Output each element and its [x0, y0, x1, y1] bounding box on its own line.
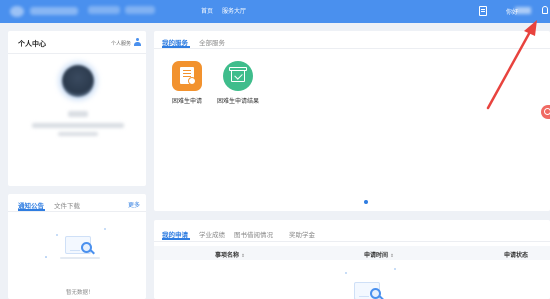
services-panel: 我的服务 全部服务 困难生申请 困难生申请结果 [154, 31, 550, 211]
avatar [62, 65, 94, 97]
column-item-name[interactable]: 事项名称 ⇕ [215, 250, 245, 259]
decor-dot [104, 228, 106, 230]
site-name-blurred [30, 7, 78, 15]
profile-info-blurred [32, 123, 124, 128]
bell-icon[interactable] [542, 6, 548, 14]
divider [8, 53, 146, 54]
decor-dot [45, 256, 47, 258]
empty-data-text: 暂无数据！ [66, 290, 94, 296]
service-label: 困难生申请结果 [216, 98, 259, 105]
active-tab-indicator [162, 238, 190, 240]
logo[interactable] [10, 6, 24, 17]
nav-item-blurred-2[interactable] [125, 6, 155, 14]
tab-file-download[interactable]: 文件下载 [54, 200, 80, 210]
tab-library-borrowing[interactable]: 图书借阅情况 [234, 229, 273, 239]
notice-panel: 通知公告 文件下载 更多 暂无数据！ [8, 194, 146, 299]
carousel-page-dot[interactable] [364, 200, 368, 204]
floating-service-button[interactable] [541, 105, 550, 119]
decor-dot [394, 268, 396, 270]
tab-scholarships[interactable]: 奖助学金 [289, 229, 315, 239]
more-link[interactable]: 更多 [128, 200, 140, 209]
divider [154, 48, 550, 49]
user-icon[interactable] [134, 38, 141, 46]
certificate-icon [172, 61, 202, 91]
decor-dot [56, 234, 58, 236]
profile-panel: 个人中心 个人服务 [8, 31, 146, 186]
box-check-icon [223, 61, 253, 91]
nav-service-hall[interactable]: 服务大厅 [222, 6, 246, 15]
tab-academic-scores[interactable]: 学业成绩 [199, 229, 225, 239]
nav-home[interactable]: 首页 [201, 6, 213, 15]
service-poor-student-result[interactable]: 困难生申请结果 [208, 61, 268, 105]
empty-state-illustration [349, 276, 389, 299]
divider [8, 211, 146, 212]
username-blurred [68, 111, 88, 117]
decor-dot [345, 272, 347, 274]
divider [154, 241, 550, 242]
top-navigation-bar: 首页 服务大厅 你好 [0, 0, 550, 23]
document-icon[interactable] [479, 6, 487, 16]
personal-service-link[interactable]: 个人服务 [111, 40, 131, 47]
column-apply-time[interactable]: 申请时间 ⇕ [364, 250, 394, 259]
user-name-blurred[interactable] [515, 7, 531, 14]
column-apply-status[interactable]: 申请状态 [504, 250, 528, 259]
table-header: 事项名称 ⇕ 申请时间 ⇕ 申请状态 [154, 246, 550, 260]
profile-title: 个人中心 [18, 40, 46, 48]
profile-info-blurred-2 [58, 132, 98, 136]
nav-item-blurred-1[interactable] [88, 6, 120, 14]
tab-all-services[interactable]: 全部服务 [199, 37, 225, 47]
empty-state-illustration [60, 230, 100, 260]
